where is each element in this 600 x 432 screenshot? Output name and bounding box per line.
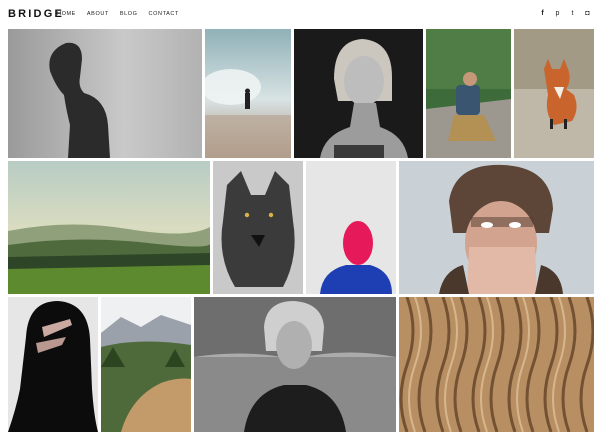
- nav-home[interactable]: HOME: [57, 11, 76, 18]
- woman-fur-hat-photo[interactable]: [399, 161, 594, 294]
- facebook-icon[interactable]: f: [538, 9, 547, 18]
- wavy-wood-texture-photo[interactable]: [399, 297, 594, 432]
- woman-water-photo[interactable]: [194, 297, 396, 432]
- main-nav: HOME ABOUT BLOG CONTACT: [57, 11, 190, 18]
- man-drinking-road-photo[interactable]: [426, 29, 511, 158]
- wolf-photo[interactable]: [213, 161, 303, 294]
- surfer-waves-photo[interactable]: [205, 29, 291, 158]
- hooded-face-photo[interactable]: [8, 297, 98, 432]
- social-links: f p t ◘: [538, 9, 592, 18]
- instagram-icon[interactable]: ◘: [583, 9, 592, 18]
- nav-contact[interactable]: CONTACT: [149, 11, 179, 18]
- twitter-icon[interactable]: t: [568, 9, 577, 18]
- mountain-valley-photo[interactable]: [101, 297, 191, 432]
- green-hills-landscape-photo[interactable]: [8, 161, 210, 294]
- woman-portrait-photo[interactable]: [294, 29, 423, 158]
- man-profile-photo[interactable]: [8, 29, 202, 158]
- pinterest-icon[interactable]: p: [553, 9, 562, 18]
- fox-photo[interactable]: [514, 29, 594, 158]
- site-logo[interactable]: BRIDGE: [8, 8, 64, 20]
- pink-mask-photo[interactable]: [306, 161, 396, 294]
- nav-about[interactable]: ABOUT: [87, 11, 109, 18]
- top-header: BRIDGE HOME ABOUT BLOG CONTACT f p t ◘: [0, 0, 600, 28]
- nav-blog[interactable]: BLOG: [120, 11, 138, 18]
